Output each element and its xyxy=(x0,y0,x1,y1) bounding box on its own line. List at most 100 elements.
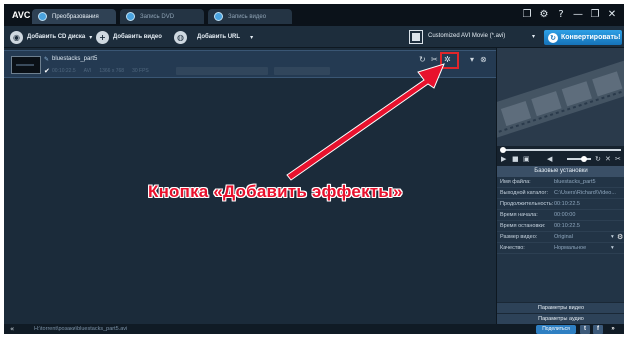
chevron-down-icon[interactable]: ▾ xyxy=(89,34,92,41)
file-path: H:\torrent\розаки\bluestacks_part5.avi xyxy=(34,326,128,332)
toolbar: ◉ Добавить CD диска ▾ + Добавить видео ◍… xyxy=(4,26,624,48)
setting-label: Продолжительность: xyxy=(500,201,554,207)
help-icon[interactable]: ? xyxy=(555,9,567,21)
tab-label: Запись видео xyxy=(228,13,267,20)
facebook-icon[interactable]: f xyxy=(593,325,603,334)
maximize-icon[interactable]: ❐ xyxy=(589,9,601,21)
add-url-label: Добавить URL xyxy=(197,34,241,40)
chevron-down-icon[interactable]: ▾ xyxy=(532,33,535,40)
cut-icon[interactable]: ✕ xyxy=(605,155,611,163)
meta-duration: 00:10:22.5 xyxy=(52,68,76,74)
setting-label: Размер видео: xyxy=(500,234,538,240)
chevron-down-icon[interactable]: ▾ xyxy=(250,34,253,41)
disc-icon: ◉ xyxy=(10,30,23,44)
setting-row-output-dir[interactable]: Выходной каталог: C:\Users\Richard\Video… xyxy=(497,188,624,199)
convert-label: Конвертировать! xyxy=(561,34,621,41)
refresh-icon[interactable]: ↻ xyxy=(419,55,426,64)
collapse-icon[interactable]: « xyxy=(10,325,14,333)
chevron-down-icon[interactable]: ▾ xyxy=(470,55,474,64)
tab-record-video[interactable]: Запись видео xyxy=(208,9,292,24)
setting-label: Время начала: xyxy=(500,212,538,218)
tab-label: Запись DVD xyxy=(140,13,175,20)
meta-fps: 30 FPS xyxy=(132,68,149,74)
file-meta: 00:10:22.5 AVI 1366 x 768 30 FPS xyxy=(52,68,149,74)
gear-icon[interactable]: ⚙ xyxy=(617,232,623,243)
tab-dvd[interactable]: Запись DVD xyxy=(120,9,204,24)
convert-button[interactable]: ↻ Конвертировать! xyxy=(544,30,622,45)
chevron-down-icon[interactable]: ▾ xyxy=(611,243,614,254)
format-icon[interactable] xyxy=(409,30,423,44)
record-icon xyxy=(214,12,223,21)
setting-row-duration: Продолжительность: 00:10:22.5 xyxy=(497,199,624,210)
checkbox-checked-icon[interactable]: ✔ xyxy=(44,67,50,75)
stop-icon[interactable]: ■ xyxy=(512,155,519,163)
crop-icon[interactable]: ✂ xyxy=(431,55,438,64)
seek-handle[interactable] xyxy=(500,147,506,153)
annotation-label: Кнопка «Добавить эффекты» xyxy=(148,182,403,201)
tools-icon[interactable]: ✂ xyxy=(615,155,621,163)
right-panel: ▶ ■ ▣ ◀ ↻ ✕ ✂ Базовые установки Имя файл… xyxy=(496,48,624,324)
seek-bar[interactable] xyxy=(501,149,621,151)
snapshot-icon[interactable]: ▣ xyxy=(523,155,530,163)
app-logo: AVC xyxy=(12,10,31,20)
pencil-icon[interactable]: ✎ xyxy=(44,56,49,63)
output-format-select[interactable]: Customized AVI Movie (*.avi) xyxy=(428,33,530,39)
close-icon[interactable]: ⊗ xyxy=(480,55,487,64)
setting-value[interactable]: 00:10:22.5 xyxy=(554,221,620,232)
list-item[interactable]: ✎ bluestacks_part5 ✔ 00:10:22.5 AVI 1366… xyxy=(4,50,496,78)
minimize-icon[interactable]: — xyxy=(572,9,584,21)
conversion-icon xyxy=(38,12,47,21)
share-button[interactable]: Поделиться xyxy=(536,325,576,334)
add-cd-label: Добавить CD диска xyxy=(27,34,86,40)
rotate-icon[interactable]: ↻ xyxy=(595,155,601,163)
setting-value[interactable]: 00:00:00 xyxy=(554,210,620,221)
audio-params-button[interactable]: Параметры аудио xyxy=(497,313,624,324)
status-bar: « H:\torrent\розаки\bluestacks_part5.avi… xyxy=(4,324,624,334)
video-thumbnail[interactable] xyxy=(11,56,41,74)
audio-track-select[interactable] xyxy=(176,67,268,75)
setting-row-start-time[interactable]: Время начала: 00:00:00 xyxy=(497,210,624,221)
setting-value: 00:10:22.5 xyxy=(554,201,580,207)
add-url-button[interactable]: ◍ Добавить URL ▾ xyxy=(174,30,253,44)
globe-icon: ◍ xyxy=(174,30,187,44)
chevron-down-icon[interactable]: ▾ xyxy=(611,232,614,243)
setting-value[interactable]: C:\Users\Richard\Video... xyxy=(554,188,620,199)
setting-label: Выходной каталог: xyxy=(500,190,548,196)
setting-label: Качество: xyxy=(500,245,525,251)
setting-label: Время остановки: xyxy=(500,223,546,229)
settings-header: Базовые установки xyxy=(497,166,624,177)
setting-label: Имя файла: xyxy=(500,179,531,185)
title-bar: AVC Преобразования Запись DVD Запись вид… xyxy=(4,4,624,26)
video-params-button[interactable]: Параметры видео xyxy=(497,302,624,313)
setting-row-quality[interactable]: Качество: Нормальное ▾ xyxy=(497,243,624,254)
refresh-icon: ↻ xyxy=(548,32,558,43)
film-strip-graphic xyxy=(497,59,624,139)
expand-icon[interactable]: » xyxy=(608,325,618,334)
setting-value[interactable]: bluestacks_part5 xyxy=(554,177,620,188)
setting-row-video-size[interactable]: Размер видео: Original ▾ ⚙ xyxy=(497,232,624,243)
add-video-label: Добавить видео xyxy=(113,34,162,40)
tab-conversion[interactable]: Преобразования xyxy=(32,9,116,24)
file-name[interactable]: bluestacks_part5 xyxy=(52,56,97,62)
setting-row-filename[interactable]: Имя файла: bluestacks_part5 xyxy=(497,177,624,188)
volume-icon[interactable]: ◀ xyxy=(547,155,552,163)
add-video-button[interactable]: + Добавить видео xyxy=(96,30,162,44)
close-icon[interactable]: ✕ xyxy=(606,9,618,21)
app-window: AVC Преобразования Запись DVD Запись вид… xyxy=(4,4,624,334)
tab-label: Преобразования xyxy=(52,13,99,20)
player-controls: ▶ ■ ▣ ◀ ↻ ✕ ✂ xyxy=(497,146,624,166)
window-controls: ❐ ⚙ ? — ❐ ✕ xyxy=(521,9,618,21)
skin-icon[interactable]: ❐ xyxy=(521,9,533,21)
setting-row-stop-time[interactable]: Время остановки: 00:10:22.5 xyxy=(497,221,624,232)
volume-handle[interactable] xyxy=(581,156,587,162)
subtitle-select[interactable] xyxy=(274,67,330,75)
dvd-icon xyxy=(126,12,135,21)
play-icon[interactable]: ▶ xyxy=(501,155,506,163)
volume-slider[interactable] xyxy=(567,158,591,160)
effects-icon[interactable]: ✲ xyxy=(444,55,451,64)
twitter-icon[interactable]: t xyxy=(580,325,590,334)
meta-format: AVI xyxy=(83,68,92,74)
add-cd-button[interactable]: ◉ Добавить CD диска ▾ xyxy=(10,30,92,44)
settings-icon[interactable]: ⚙ xyxy=(538,9,550,21)
meta-resolution: 1366 x 768 xyxy=(99,68,125,74)
